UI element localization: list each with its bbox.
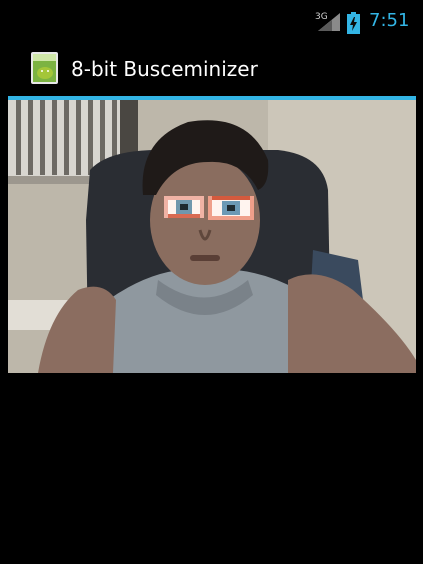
empty-area — [0, 373, 423, 564]
left-eye-overlay — [164, 196, 204, 218]
action-bar: 8-bit Busceminizer — [0, 44, 423, 96]
status-bar: 3G 7:51 — [0, 0, 423, 44]
app-title: 8-bit Busceminizer — [71, 57, 258, 81]
signal-bars-icon — [318, 13, 340, 31]
camera-preview[interactable] — [8, 100, 416, 373]
battery-charging-icon — [347, 12, 360, 34]
android-app-icon[interactable] — [30, 52, 60, 84]
status-clock: 7:51 — [369, 10, 410, 31]
right-eye-overlay — [208, 196, 254, 220]
camera-preview-image — [8, 100, 416, 373]
